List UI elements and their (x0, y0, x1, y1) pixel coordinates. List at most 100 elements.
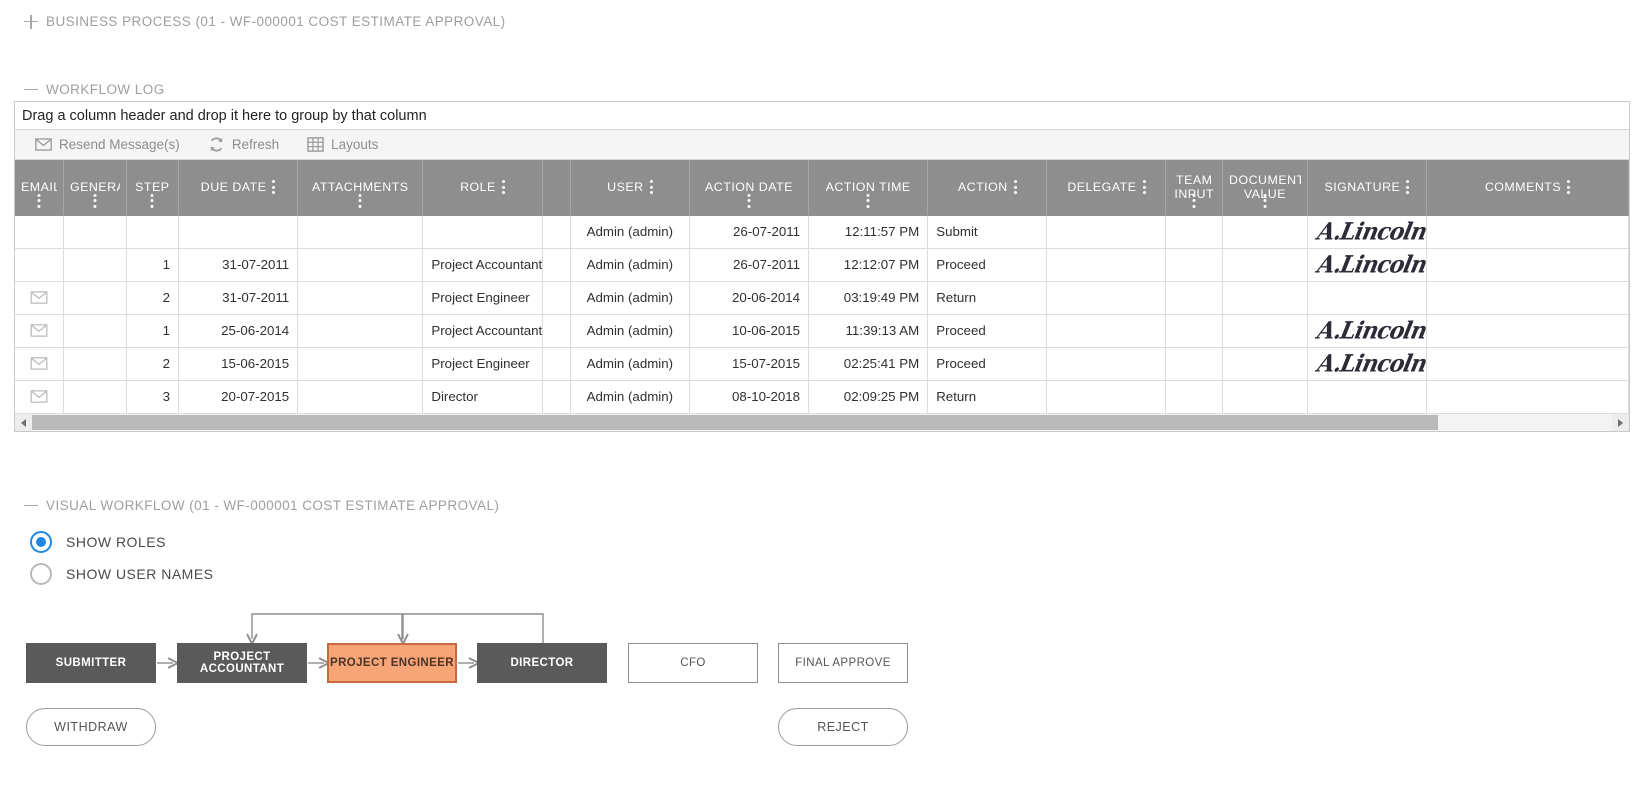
column-menu-team_input[interactable] (1192, 193, 1196, 208)
column-menu-attachments[interactable] (358, 193, 362, 208)
cell-due_date: 31-07-2011 (178, 248, 299, 282)
column-menu-document_value[interactable] (1263, 193, 1267, 208)
column-header-attachments[interactable]: ATTACHMENTS (297, 160, 424, 216)
expand-plus-icon[interactable] (24, 14, 38, 29)
column-menu-action_date[interactable] (747, 193, 751, 208)
signature-image: A.Lincoln (1314, 316, 1427, 345)
envelope-icon[interactable] (30, 390, 48, 403)
withdraw-button[interactable]: WITHDRAW (26, 708, 156, 746)
radio-show-user-names-indicator[interactable] (30, 563, 52, 585)
scrollbar-thumb[interactable] (32, 415, 1439, 430)
column-header-delegate[interactable]: DELEGATE (1046, 160, 1167, 216)
cell-comments (1426, 281, 1629, 315)
cell-attachments (297, 248, 424, 282)
cell-comments (1426, 314, 1629, 348)
caret-right-icon (1618, 418, 1623, 427)
group-by-dropzone[interactable]: Drag a column header and drop it here to… (15, 102, 1629, 130)
scrollbar-track[interactable] (32, 414, 1612, 431)
column-header-action_time[interactable]: ACTION TIME (808, 160, 929, 216)
column-menu-signature[interactable] (1406, 180, 1410, 195)
cell-step: 2 (126, 347, 180, 381)
column-menu-action_time[interactable] (866, 193, 870, 208)
radio-show-user-names-label: SHOW USER NAMES (66, 566, 214, 582)
cell-signature: A.Lincoln (1307, 248, 1427, 282)
cell-user: Admin (admin) (570, 314, 690, 348)
column-menu-role[interactable] (501, 180, 505, 195)
workflow-node-cfo[interactable]: CFO (628, 643, 758, 683)
envelope-icon[interactable] (30, 291, 48, 304)
column-header-action[interactable]: ACTION (927, 160, 1048, 216)
withdraw-button-label: WITHDRAW (54, 720, 128, 734)
resend-messages-button[interactable]: Resend Message(s) (35, 136, 180, 153)
column-header-email[interactable]: EMAIL (15, 160, 64, 216)
cell-email[interactable] (15, 281, 64, 315)
cell-step: 1 (126, 248, 180, 282)
workflow-node-director[interactable]: DIRECTOR (477, 643, 607, 683)
table-row[interactable]: 2 31-07-2011 Project Engineer Admin (admin)… (15, 281, 1629, 315)
column-menu-action[interactable] (1013, 180, 1017, 195)
column-menu-step[interactable] (150, 193, 154, 208)
column-header-generated[interactable]: GENERATED (63, 160, 127, 216)
column-header-role[interactable]: ROLE (422, 160, 543, 216)
cell-spacer (542, 248, 571, 282)
column-header-user[interactable]: USER (570, 160, 690, 216)
radio-show-user-names[interactable]: SHOW USER NAMES (30, 563, 214, 585)
cell-action: Proceed (927, 347, 1048, 381)
radio-show-roles[interactable]: SHOW ROLES (30, 531, 166, 553)
workflow-node-project-engineer[interactable]: PROJECT ENGINEER (327, 643, 457, 683)
cell-role: Project Engineer (422, 347, 543, 381)
layouts-button[interactable]: Layouts (307, 136, 378, 153)
signature-image: A.Lincoln (1314, 217, 1427, 246)
column-header-signature[interactable]: SIGNATURE (1307, 160, 1427, 216)
column-menu-email[interactable] (37, 193, 41, 208)
cell-email[interactable] (15, 380, 64, 414)
collapse-minus-icon-visual[interactable] (24, 499, 38, 513)
cell-action_date: 10-06-2015 (689, 314, 810, 348)
section-header-visual-workflow[interactable]: VISUAL WORKFLOW (01 - WF-000001 COST EST… (24, 498, 499, 513)
column-header-spacer[interactable] (542, 160, 571, 216)
section-header-workflow-log[interactable]: WORKFLOW LOG (24, 82, 165, 97)
column-menu-delegate[interactable] (1142, 180, 1146, 195)
envelope-icon[interactable] (30, 324, 48, 337)
column-menu-generated[interactable] (93, 193, 97, 208)
column-header-comments[interactable]: COMMENTS (1426, 160, 1629, 216)
cell-role: Director (422, 380, 543, 414)
column-menu-comments[interactable] (1567, 180, 1571, 195)
column-header-action_date[interactable]: ACTION DATE (689, 160, 810, 216)
column-header-due_date[interactable]: DUE DATE (178, 160, 299, 216)
workflow-node-submitter[interactable]: SUBMITTER (26, 643, 156, 683)
scroll-left-arrow[interactable] (15, 414, 32, 431)
cell-due_date (178, 215, 299, 249)
cell-attachments (297, 215, 424, 249)
cell-action: Proceed (927, 248, 1048, 282)
horizontal-scrollbar[interactable] (15, 413, 1629, 431)
column-header-document_value[interactable]: DOCUMENT VALUE (1222, 160, 1308, 216)
section-header-business-process[interactable]: BUSINESS PROCESS (01 - WF-000001 Cost Es… (24, 14, 506, 29)
table-row[interactable]: 1 25-06-2014 Project Accountant Admin (admi… (15, 314, 1629, 348)
table-row[interactable]: 1 31-07-2011 Project Accountant Admin (admi… (15, 248, 1629, 282)
column-menu-due_date[interactable] (272, 180, 276, 195)
cell-team_input (1165, 215, 1224, 249)
table-row[interactable]: Admin (admin) 26-07-2011 12:11:57 PM Submit… (15, 215, 1629, 249)
reject-button[interactable]: REJECT (778, 708, 908, 746)
cell-email[interactable] (15, 347, 64, 381)
envelope-icon[interactable] (30, 357, 48, 370)
cell-email[interactable] (15, 314, 64, 348)
column-menu-user[interactable] (649, 180, 653, 195)
column-header-team_input[interactable]: TEAM INPUT (1165, 160, 1224, 216)
workflow-node-project-accountant[interactable]: PROJECT ACCOUNTANT (177, 643, 307, 683)
column-label-action_date: ACTION DATE (705, 180, 793, 195)
radio-show-roles-indicator[interactable] (30, 531, 52, 553)
cell-attachments (297, 347, 424, 381)
scroll-right-arrow[interactable] (1612, 414, 1629, 431)
column-header-step[interactable]: STEP (126, 160, 180, 216)
table-row[interactable]: 2 15-06-2015 Project Engineer Admin (admin)… (15, 347, 1629, 381)
cell-spacer (542, 281, 571, 315)
cell-email (15, 215, 64, 249)
cell-action_time: 11:39:13 AM (808, 314, 929, 348)
workflow-node-final-approve[interactable]: FINAL APPROVE (778, 643, 908, 683)
table-row[interactable]: 3 20-07-2015 Director Admin (admin) 08-10-20… (15, 380, 1629, 414)
collapse-minus-icon[interactable] (24, 83, 38, 97)
refresh-button[interactable]: Refresh (208, 136, 279, 153)
cell-document_value (1222, 380, 1308, 414)
